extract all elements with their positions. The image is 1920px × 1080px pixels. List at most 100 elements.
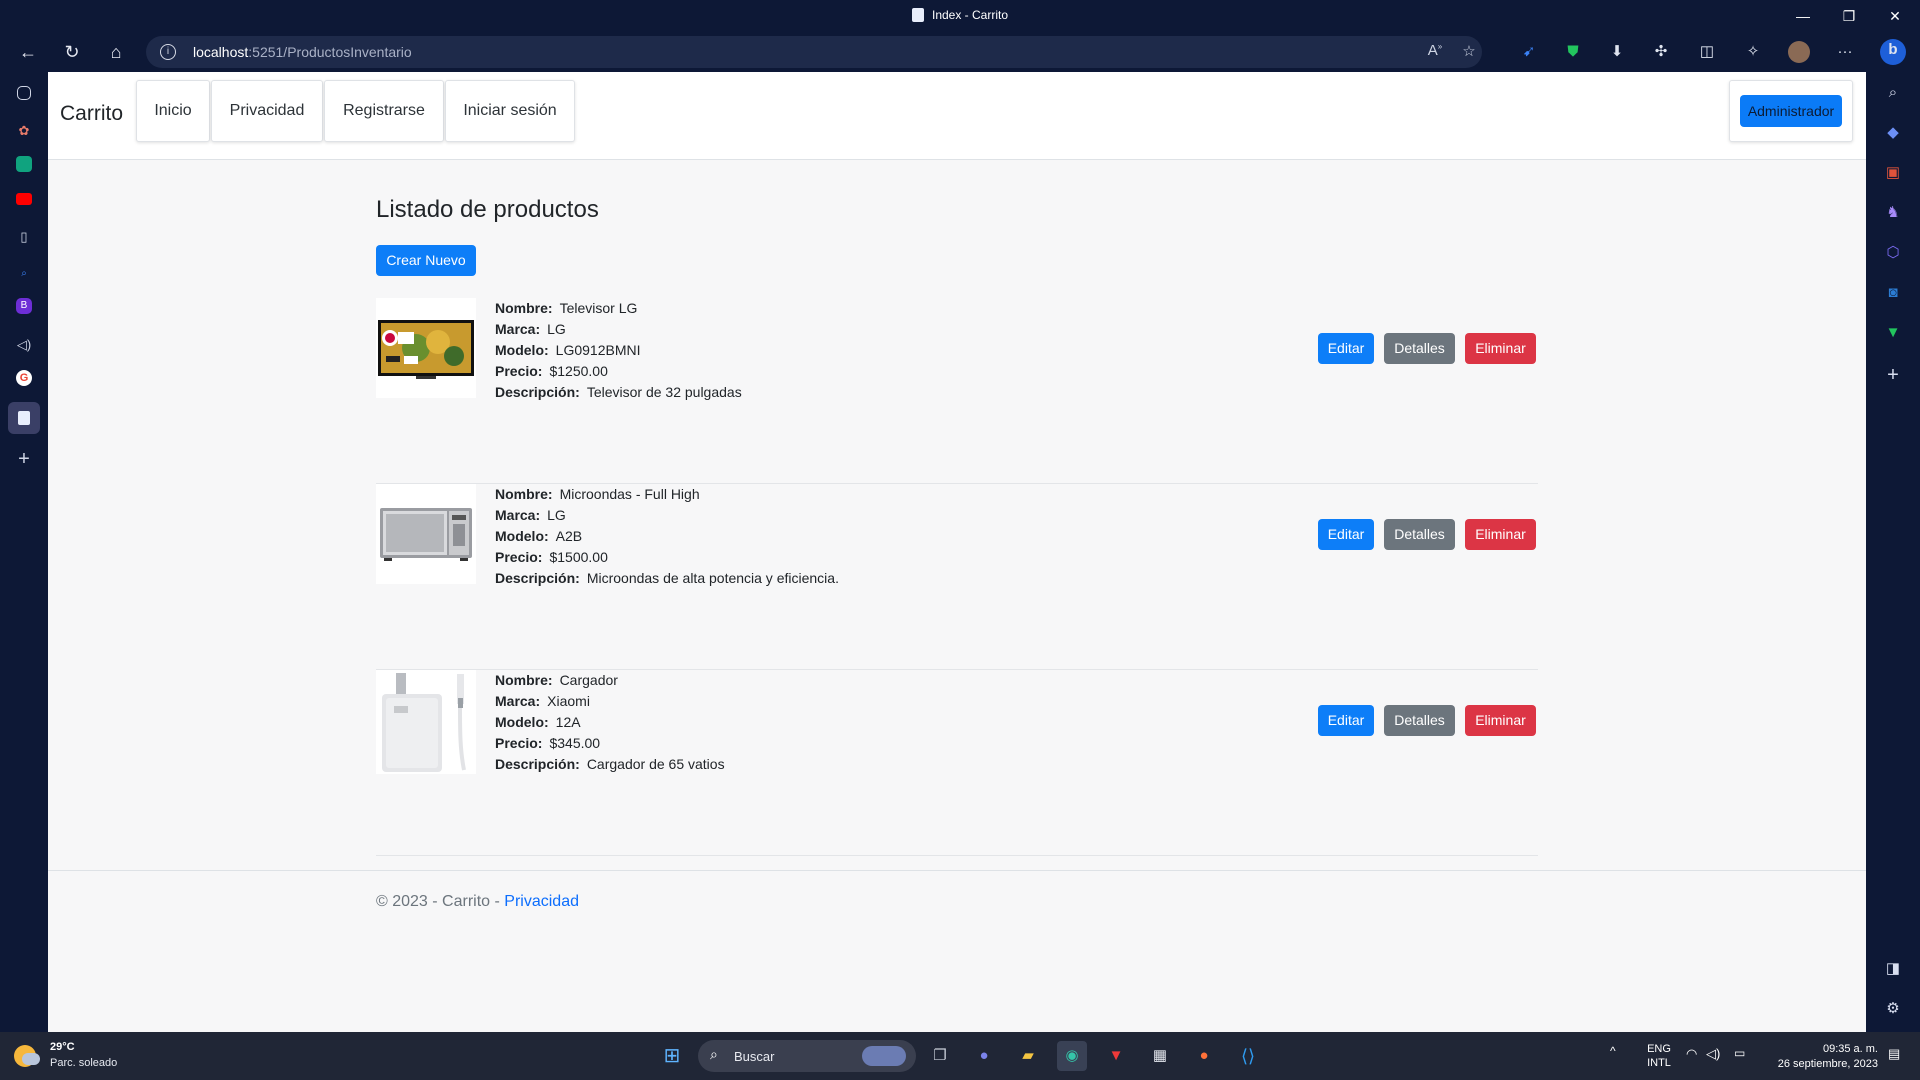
more-menu-icon[interactable]: ···: [1834, 41, 1856, 63]
split-screen-icon[interactable]: ◫: [1696, 41, 1718, 63]
taskbar-clock[interactable]: 09:35 a. m. 26 septiembre, 2023: [1766, 1042, 1878, 1072]
details-button[interactable]: Detalles: [1384, 705, 1455, 736]
show-hidden-icons[interactable]: ^: [1610, 1044, 1616, 1058]
tab-document-icon[interactable]: ▯: [13, 226, 35, 248]
nav-privacidad[interactable]: Privacidad: [211, 80, 323, 142]
nav-registrarse[interactable]: Registrarse: [324, 80, 444, 142]
site-info-icon[interactable]: i: [160, 44, 176, 60]
sidebar-toggle-icon[interactable]: ◨: [1882, 958, 1904, 980]
tab-google-icon[interactable]: G: [16, 370, 32, 386]
tab-chatgpt-icon[interactable]: [16, 156, 32, 172]
vscode-icon[interactable]: ⟨⟩: [1233, 1041, 1263, 1071]
copilot-icon[interactable]: b: [1880, 39, 1906, 65]
tab-github-icon[interactable]: ✿: [13, 120, 35, 142]
delete-button[interactable]: Eliminar: [1465, 519, 1536, 550]
file-explorer-icon[interactable]: ▰: [1013, 1041, 1043, 1071]
address-text[interactable]: localhost:5251/ProductosInventario: [193, 44, 412, 60]
create-new-button[interactable]: Crear Nuevo: [376, 245, 476, 276]
new-tab-icon[interactable]: +: [13, 448, 35, 470]
product-brand: Xiaomi: [547, 693, 590, 709]
favorites-icon[interactable]: ✧: [1742, 41, 1764, 63]
search-icon: ⌕: [710, 1046, 718, 1062]
taskbar-search[interactable]: ⌕ Buscar: [698, 1040, 916, 1072]
address-bar[interactable]: i localhost:5251/ProductosInventario A» …: [146, 36, 1482, 68]
sidebar-drop-icon[interactable]: ▼: [1882, 322, 1904, 344]
product-name: Televisor LG: [559, 300, 638, 316]
product-model: LG0912BMNI: [555, 342, 641, 358]
task-view-icon[interactable]: ❐: [925, 1041, 955, 1071]
admin-button[interactable]: Administrador: [1740, 95, 1842, 127]
site-brand[interactable]: Carrito: [60, 102, 123, 126]
edit-button[interactable]: Editar: [1318, 333, 1374, 364]
sidebar-search-icon[interactable]: ⌕: [1882, 82, 1904, 104]
extension-arrow-icon[interactable]: ➹: [1518, 41, 1540, 63]
tab-audio-icon[interactable]: ◁): [13, 334, 35, 356]
home-button[interactable]: ⌂: [100, 38, 132, 66]
sidebar-outlook-icon[interactable]: ◙: [1882, 282, 1904, 304]
sidebar-shopping-icon[interactable]: ◆: [1882, 122, 1904, 144]
label-modelo: Modelo:: [495, 714, 549, 730]
product-name: Cargador: [559, 672, 618, 688]
url-path: :5251/ProductosInventario: [248, 44, 412, 60]
details-button[interactable]: Detalles: [1384, 333, 1455, 364]
extension-shield-icon[interactable]: ⛊: [1562, 41, 1584, 63]
start-button-icon[interactable]: ⊞: [657, 1041, 687, 1071]
tab-search-icon[interactable]: ⌕: [13, 263, 35, 285]
product-brand: LG: [547, 321, 566, 337]
lang-bottom: INTL: [1647, 1057, 1671, 1069]
edit-button[interactable]: Editar: [1318, 705, 1374, 736]
tab-actions-icon[interactable]: [17, 86, 31, 100]
teams-chat-icon[interactable]: ●: [969, 1041, 999, 1071]
extension-download-icon[interactable]: ⬇: [1606, 41, 1628, 63]
tab-carrito-icon[interactable]: [8, 402, 40, 434]
battery-icon[interactable]: ▭: [1734, 1046, 1745, 1060]
url-host: localhost: [193, 44, 249, 60]
label-modelo: Modelo:: [495, 342, 549, 358]
store-icon[interactable]: ▦: [1145, 1041, 1175, 1071]
profile-avatar-icon[interactable]: [1788, 41, 1810, 63]
product-details: Nombre: Cargador Marca: Xiaomi Modelo: 12A …: [495, 670, 725, 775]
extensions-puzzle-icon[interactable]: ✣: [1650, 41, 1672, 63]
browser-right-sidebar: ⌕ ◆ ▣ ♞ ⬡ ◙ ▼ + ◨ ⚙: [1866, 72, 1920, 1032]
notifications-icon[interactable]: ▤: [1888, 1046, 1900, 1062]
web-page: Carrito Inicio Privacidad Registrarse In…: [48, 72, 1866, 1032]
product-item: Nombre: Televisor LG Marca: LG Modelo: LG09…: [376, 298, 1538, 484]
minimize-button[interactable]: —: [1780, 0, 1826, 32]
favorite-star-icon[interactable]: ☆: [1458, 42, 1480, 62]
sidebar-settings-icon[interactable]: ⚙: [1882, 998, 1904, 1020]
wifi-icon[interactable]: ◠: [1686, 1046, 1697, 1062]
sidebar-games-icon[interactable]: ♞: [1882, 202, 1904, 224]
label-marca: Marca:: [495, 321, 541, 337]
tab-bootstrap-icon[interactable]: B: [16, 298, 32, 314]
firefox-icon[interactable]: ●: [1189, 1041, 1219, 1071]
window-titlebar: Index - Carrito — ❐ ✕: [0, 0, 1920, 32]
edit-button[interactable]: Editar: [1318, 519, 1374, 550]
nav-iniciar-sesion[interactable]: Iniciar sesión: [445, 80, 575, 142]
edge-browser-icon[interactable]: ◉: [1057, 1041, 1087, 1071]
product-image: [376, 298, 476, 398]
sidebar-tools-icon[interactable]: ▣: [1882, 162, 1904, 184]
tab-youtube-icon[interactable]: [16, 193, 32, 205]
restore-button[interactable]: ❐: [1826, 0, 1872, 32]
taskbar-search-placeholder: Buscar: [734, 1049, 775, 1064]
language-indicator[interactable]: ENG INTL: [1644, 1042, 1674, 1070]
volume-icon[interactable]: ◁): [1706, 1046, 1720, 1062]
cloud-icon: [22, 1053, 40, 1065]
sidebar-add-icon[interactable]: +: [1882, 364, 1904, 386]
close-button[interactable]: ✕: [1872, 0, 1918, 32]
nav-inicio[interactable]: Inicio: [136, 80, 210, 142]
read-aloud-icon[interactable]: A»: [1424, 42, 1446, 62]
delete-button[interactable]: Eliminar: [1465, 333, 1536, 364]
site-header: Carrito Inicio Privacidad Registrarse In…: [48, 72, 1866, 160]
refresh-button[interactable]: ↻: [56, 38, 88, 66]
sidebar-copilot-icon[interactable]: ⬡: [1882, 242, 1904, 264]
product-details: Nombre: Microondas - Full High Marca: LG M…: [495, 484, 839, 589]
label-precio: Precio:: [495, 549, 543, 565]
details-button[interactable]: Detalles: [1384, 519, 1455, 550]
vivaldi-icon[interactable]: ▼: [1101, 1041, 1131, 1071]
back-button[interactable]: ←: [12, 38, 44, 66]
weather-desc: Parc. soleado: [50, 1057, 118, 1069]
product-image: [376, 670, 476, 774]
footer-privacy-link[interactable]: Privacidad: [504, 893, 579, 910]
delete-button[interactable]: Eliminar: [1465, 705, 1536, 736]
